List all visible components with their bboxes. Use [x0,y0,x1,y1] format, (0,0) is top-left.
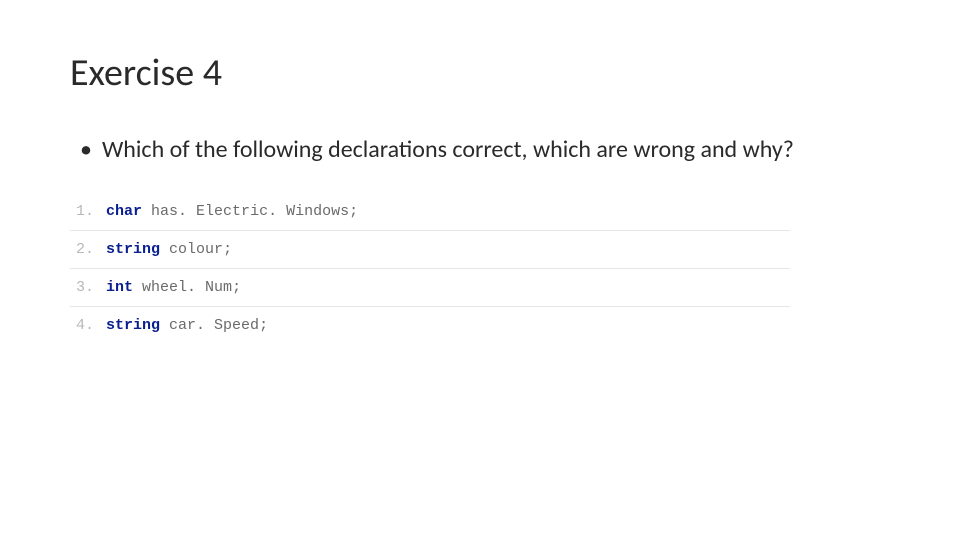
bullet-dot-icon: • [80,134,92,165]
line-number: 4. [70,307,100,345]
code-cell: int wheel. Num; [100,269,790,307]
code-cell: char has. Electric. Windows; [100,193,790,231]
table-row: 3. int wheel. Num; [70,269,790,307]
code-keyword: string [106,241,160,258]
code-semicolon: ; [259,317,268,334]
code-keyword: int [106,279,133,296]
page-title: Exercise 4 [70,50,890,96]
code-identifier: colour [169,241,223,258]
code-table: 1. char has. Electric. Windows; 2. strin… [70,193,790,344]
code-identifier: wheel. Num [142,279,232,296]
bullet-text: Which of the following declarations corr… [102,134,890,165]
table-row: 2. string colour; [70,231,790,269]
code-identifier: car. Speed [169,317,259,334]
code-semicolon: ; [223,241,232,258]
table-row: 1. char has. Electric. Windows; [70,193,790,231]
code-identifier: has. Electric. Windows [151,203,349,220]
code-cell: string colour; [100,231,790,269]
line-number: 1. [70,193,100,231]
bullet-block: • Which of the following declarations co… [70,134,890,165]
code-keyword: char [106,203,142,220]
line-number: 2. [70,231,100,269]
code-cell: string car. Speed; [100,307,790,345]
line-number: 3. [70,269,100,307]
code-semicolon: ; [232,279,241,296]
bullet-line: • Which of the following declarations co… [70,134,890,165]
code-keyword: string [106,317,160,334]
table-row: 4. string car. Speed; [70,307,790,345]
code-semicolon: ; [349,203,358,220]
